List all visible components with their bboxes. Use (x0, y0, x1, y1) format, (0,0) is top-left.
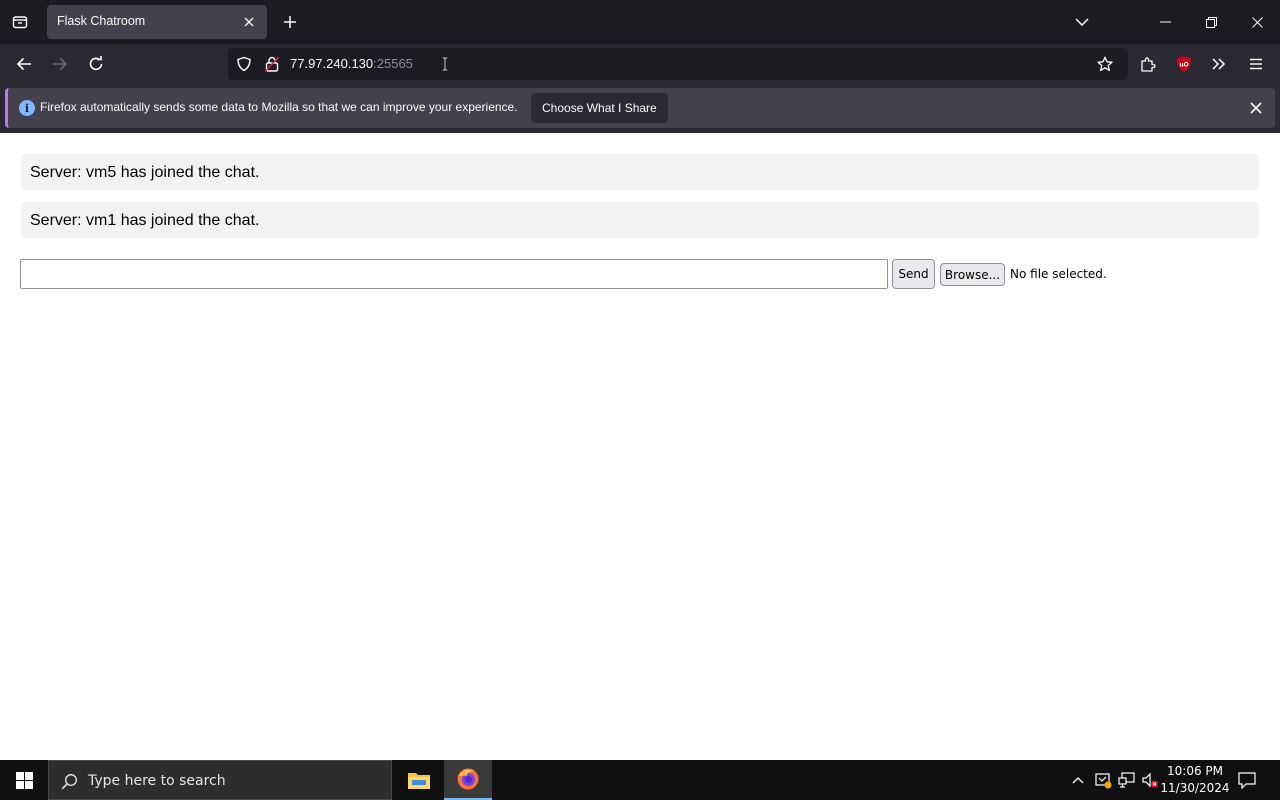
text-cursor-icon (442, 55, 448, 73)
list-all-tabs-icon[interactable] (4, 0, 36, 44)
file-explorer-icon[interactable] (395, 760, 443, 800)
url-host: 77.97.240.130 (290, 56, 374, 71)
info-icon: i (19, 100, 35, 116)
network-icon[interactable] (1117, 770, 1137, 790)
search-placeholder: Type here to search (88, 773, 226, 789)
tab-flask-chatroom[interactable]: Flask Chatroom (47, 5, 267, 39)
message-input[interactable] (20, 259, 888, 289)
windows-start-icon[interactable] (0, 760, 48, 800)
tab-title: Flask Chatroom (57, 14, 146, 28)
chat-page: Server: vm5 has joined the chat. Server:… (0, 133, 1280, 760)
chevron-down-icon[interactable] (1068, 0, 1096, 44)
ublock-icon[interactable]: uO (1168, 48, 1200, 80)
star-icon[interactable] (1092, 52, 1118, 76)
clock-date: 11/30/2024 (1160, 781, 1230, 795)
chevron-double-right-icon[interactable] (1203, 48, 1235, 80)
url-bar[interactable]: 77.97.240.130:25565 (228, 48, 1128, 80)
data-reporting-notification: i Firefox automatically sends some data … (5, 88, 1275, 128)
reload-icon[interactable] (80, 48, 112, 80)
taskbar-search-box[interactable]: Type here to search (48, 760, 392, 800)
notification-message: Firefox automatically sends some data to… (40, 100, 518, 114)
notification-bar-container: i Firefox automatically sends some data … (0, 84, 1280, 133)
choose-what-i-share-label: Choose What I Share (542, 101, 657, 115)
forward-arrow-icon[interactable] (44, 48, 76, 80)
file-status: No file selected. (1010, 267, 1107, 281)
close-icon[interactable] (1244, 96, 1268, 120)
chat-message: Server: vm5 has joined the chat. (21, 154, 1259, 190)
send-button[interactable]: Send (892, 259, 935, 289)
puzzle-icon[interactable] (1132, 48, 1164, 80)
taskbar: Type here to search 10:06 PM 11/30/2024 (0, 760, 1280, 800)
restore-icon[interactable] (1188, 0, 1234, 44)
shield-icon[interactable] (234, 54, 254, 74)
url-port: :25565 (373, 56, 413, 71)
hamburger-menu-icon[interactable] (1240, 48, 1272, 80)
volume-muted-icon[interactable] (1140, 770, 1160, 790)
minimize-icon[interactable] (1142, 0, 1188, 44)
svg-text:uO: uO (1179, 62, 1188, 69)
chat-message: Server: vm1 has joined the chat. (21, 202, 1259, 238)
system-clock[interactable]: 10:06 PM 11/30/2024 (1160, 763, 1230, 797)
plus-icon[interactable] (276, 0, 304, 44)
tab-strip: Flask Chatroom (0, 0, 1280, 44)
clock-time: 10:06 PM (1167, 764, 1223, 778)
choose-what-i-share-button[interactable]: Choose What I Share (531, 93, 668, 123)
lock-icon[interactable] (262, 54, 282, 74)
firefox-icon[interactable] (444, 760, 492, 800)
close-icon[interactable] (237, 10, 261, 34)
close-icon[interactable] (1234, 0, 1280, 44)
back-arrow-icon[interactable] (8, 48, 40, 80)
browse-file-button[interactable]: Browse... (940, 263, 1005, 286)
navigation-toolbar: 77.97.240.130:25565 uO (0, 44, 1280, 84)
notification-center-icon[interactable] (1236, 770, 1258, 790)
chevron-up-icon[interactable] (1068, 770, 1088, 790)
url-text[interactable]: 77.97.240.130:25565 (290, 56, 413, 71)
search-icon (59, 771, 79, 791)
security-alert-icon[interactable] (1093, 770, 1113, 790)
